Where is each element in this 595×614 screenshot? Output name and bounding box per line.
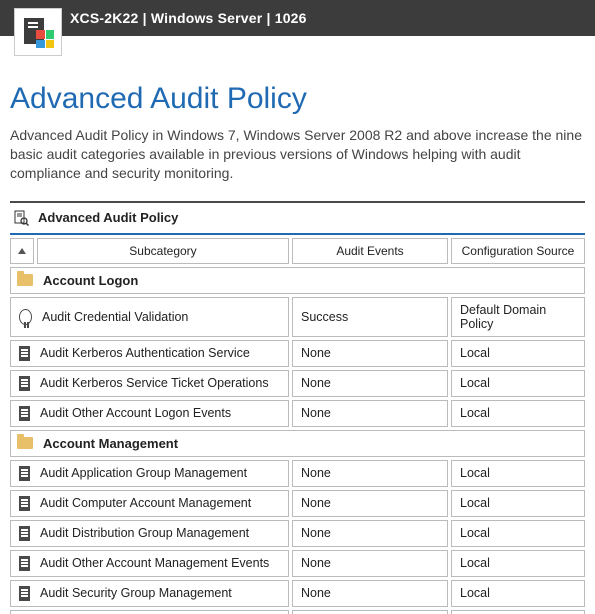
cell-config-source: Default Domain Policy [451,297,585,337]
app-logo [14,8,62,56]
cell-subcategory: Audit Kerberos Service Ticket Operations [10,370,289,397]
subcategory-label: Audit Distribution Group Management [40,526,249,540]
table-row[interactable]: Audit Credential Validation SuccessDefaul… [10,297,585,337]
subcategory-label: Audit Other Account Management Events [40,556,269,570]
cell-audit-events: None [292,490,448,517]
table-row[interactable]: Audit Distribution Group Management NoneL… [10,520,585,547]
cell-subcategory: Audit Kerberos Authentication Service [10,340,289,367]
table-header: Subcategory Audit Events Configuration S… [10,238,585,264]
top-bar: XCS-2K22 | Windows Server | 1026 [0,0,595,36]
cell-audit-events: Success [292,297,448,337]
table-row[interactable]: Audit User Account ManagementNoneLocal [10,610,585,614]
cell-config-source: Local [451,370,585,397]
subcategory-label: Audit Kerberos Authentication Service [40,346,250,360]
table-row[interactable]: Audit Kerberos Authentication Service Non… [10,340,585,367]
cell-subcategory: Audit User Account Management [10,610,289,614]
policy-item-icon [19,496,30,511]
subcategory-label: Audit Application Group Management [40,466,247,480]
cell-audit-events: None [292,610,448,614]
policy-item-icon [19,556,30,571]
cell-audit-events: None [292,580,448,607]
cell-config-source: Local [451,460,585,487]
table-row[interactable]: Audit Computer Account Management NoneLoc… [10,490,585,517]
table-row[interactable]: Audit Security Group Management NoneLocal [10,580,585,607]
subcategory-label: Audit Security Group Management [40,586,232,600]
policy-item-icon [19,406,30,421]
window-title: XCS-2K22 | Windows Server | 1026 [70,10,307,26]
folder-icon [17,437,33,449]
subcategory-label: Audit Kerberos Service Ticket Operations [40,376,269,390]
cell-subcategory: Audit Other Account Logon Events [10,400,289,427]
sort-indicator-column[interactable] [10,238,34,264]
column-header-config-source[interactable]: Configuration Source [451,238,585,264]
table-row[interactable]: Audit Other Account Management Events Non… [10,550,585,577]
subcategory-label: Audit Computer Account Management [40,496,251,510]
table-row[interactable]: Audit Kerberos Service Ticket Operations… [10,370,585,397]
group-label: Account Logon [43,273,138,288]
cell-config-source: Local [451,520,585,547]
cell-config-source: Local [451,400,585,427]
policy-item-icon [19,526,30,541]
section-header: Advanced Audit Policy [10,201,585,235]
ribbon-icon [19,309,32,325]
cell-audit-events: None [292,550,448,577]
policy-item-icon [19,586,30,601]
table-row[interactable]: Audit Application Group Management NoneLo… [10,460,585,487]
cell-config-source: Local [451,490,585,517]
subcategory-label: Audit Credential Validation [42,310,188,324]
cell-subcategory: Audit Application Group Management [10,460,289,487]
cell-subcategory: Audit Computer Account Management [10,490,289,517]
section-title: Advanced Audit Policy [38,210,178,225]
folder-icon [17,274,33,286]
audit-magnifier-icon [12,209,30,227]
cell-subcategory: Audit Distribution Group Management [10,520,289,547]
cell-subcategory: Audit Security Group Management [10,580,289,607]
policy-item-icon [19,466,30,481]
cell-config-source: Local [451,580,585,607]
cell-subcategory: Audit Other Account Management Events [10,550,289,577]
group-row[interactable]: Account Management [10,430,585,457]
cell-audit-events: None [292,400,448,427]
cell-audit-events: None [292,520,448,547]
cell-config-source: Local [451,550,585,577]
cell-audit-events: None [292,340,448,367]
column-header-audit-events[interactable]: Audit Events [292,238,448,264]
windows-icon [36,30,54,48]
main-viewport[interactable]: XCS-2K22 | Windows Server | 1026 Advance… [0,0,595,614]
page-description: Advanced Audit Policy in Windows 7, Wind… [10,126,585,183]
cell-subcategory: Audit Credential Validation [10,297,289,337]
group-label: Account Management [43,436,178,451]
page-content: Advanced Audit Policy Advanced Audit Pol… [0,54,595,614]
policy-item-icon [19,346,30,361]
policy-item-icon [19,376,30,391]
sort-ascending-icon [18,248,26,254]
column-header-subcategory[interactable]: Subcategory [37,238,289,264]
cell-audit-events: None [292,460,448,487]
group-row[interactable]: Account Logon [10,267,585,294]
page-title: Advanced Audit Policy [10,82,585,116]
cell-config-source: Local [451,340,585,367]
cell-config-source: Local [451,610,585,614]
cell-audit-events: None [292,370,448,397]
table-row[interactable]: Audit Other Account Logon Events NoneLoca… [10,400,585,427]
subcategory-label: Audit Other Account Logon Events [40,406,231,420]
table-body: Account Logon Audit Credential Validation… [10,267,585,614]
